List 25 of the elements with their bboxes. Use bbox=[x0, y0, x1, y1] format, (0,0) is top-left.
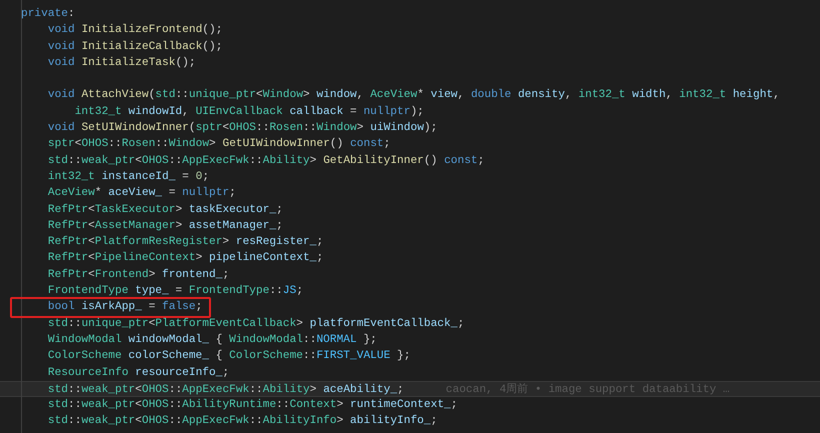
code-line: sptr<OHOS::Rosen::Window> GetUIWindowInner() const; bbox=[46, 136, 390, 152]
code-line: WindowModal windowModal_ { WindowModal::NORMAL }; bbox=[46, 332, 377, 348]
code-line: void InitializeTask(); bbox=[46, 56, 196, 71]
code-line: bool isArkApp_ = false; bbox=[21, 299, 202, 316]
code-line: int32_t instanceId_ = 0; bbox=[46, 170, 210, 185]
code-line: void InitializeCallback(); bbox=[46, 40, 222, 55]
code-line: std::weak_ptr<OHOS::AppExecFwk::Ability> aceAbility_; bbox=[46, 382, 404, 396]
code-line: void SetUIWindowInner(sptr<OHOS::Rosen::Window> uiWindow); bbox=[46, 120, 438, 136]
code-line: int32_t windowId, UIEnvCallback callback = nullptr); bbox=[74, 104, 424, 120]
code-line: RefPtr<PipelineContext> pipelineContext_; bbox=[46, 250, 324, 266]
code-line: ResourceInfo resourceInfo_; bbox=[46, 366, 230, 381]
code-line: FrontendType type_ = FrontendType::JS; bbox=[46, 284, 304, 300]
code-line: RefPtr<AssetManager> assetManager_; bbox=[46, 218, 283, 234]
code-line: ColorScheme colorScheme_ { ColorScheme::FIRST_VALUE }; bbox=[46, 348, 410, 364]
code-line: void InitializeFrontend(); bbox=[46, 22, 222, 38]
code-line: RefPtr<PlatformResRegister> resRegister_; bbox=[46, 234, 324, 250]
code-line: void AttachView(std::unique_ptr<Window> window, AceView* view, double density, int32_t width, int32_t height, bbox=[46, 88, 780, 104]
code-line: RefPtr<Frontend> frontend_; bbox=[46, 268, 230, 283]
code-line: std::weak_ptr<OHOS::AppExecFwk::AbilityInfo> abilityInfo_; bbox=[46, 414, 438, 430]
code-line: RefPtr<TaskExecutor> taskExecutor_; bbox=[46, 202, 283, 218]
code-line: AceView* aceView_ = nullptr; bbox=[46, 186, 236, 202]
code-line: std::unique_ptr<PlatformEventCallback> platformEventCallback_; bbox=[46, 316, 464, 332]
code-line: std::weak_ptr<OHOS::AbilityRuntime::Context> runtimeContext_; bbox=[46, 398, 458, 414]
code-line: private: bbox=[21, 6, 75, 22]
code-line: std::weak_ptr<OHOS::AppExecFwk::Ability> GetAbilityInner() const; bbox=[46, 154, 484, 169]
